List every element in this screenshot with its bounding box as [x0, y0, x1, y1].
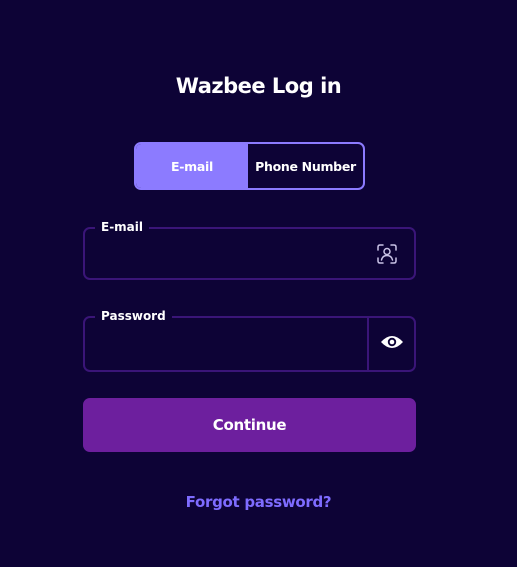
continue-button[interactable]: Continue [83, 398, 416, 452]
user-scan-icon [376, 243, 398, 265]
eye-icon [380, 334, 404, 354]
login-method-toggle: E-mail Phone Number [134, 142, 365, 190]
password-field: Password [83, 307, 416, 372]
toggle-option-phone-number[interactable]: Phone Number [248, 144, 363, 188]
password-input[interactable] [97, 318, 367, 370]
email-input[interactable] [97, 229, 367, 278]
toggle-option-email[interactable]: E-mail [136, 144, 248, 188]
login-page: Wazbee Log in E-mail Phone Number E-mail… [0, 0, 517, 567]
page-title: Wazbee Log in [175, 74, 342, 98]
show-password-button[interactable] [367, 318, 414, 370]
forgot-password-link-container: Forgot password? [0, 493, 517, 511]
email-field: E-mail [83, 218, 416, 280]
forgot-password-link[interactable]: Forgot password? [186, 493, 332, 511]
